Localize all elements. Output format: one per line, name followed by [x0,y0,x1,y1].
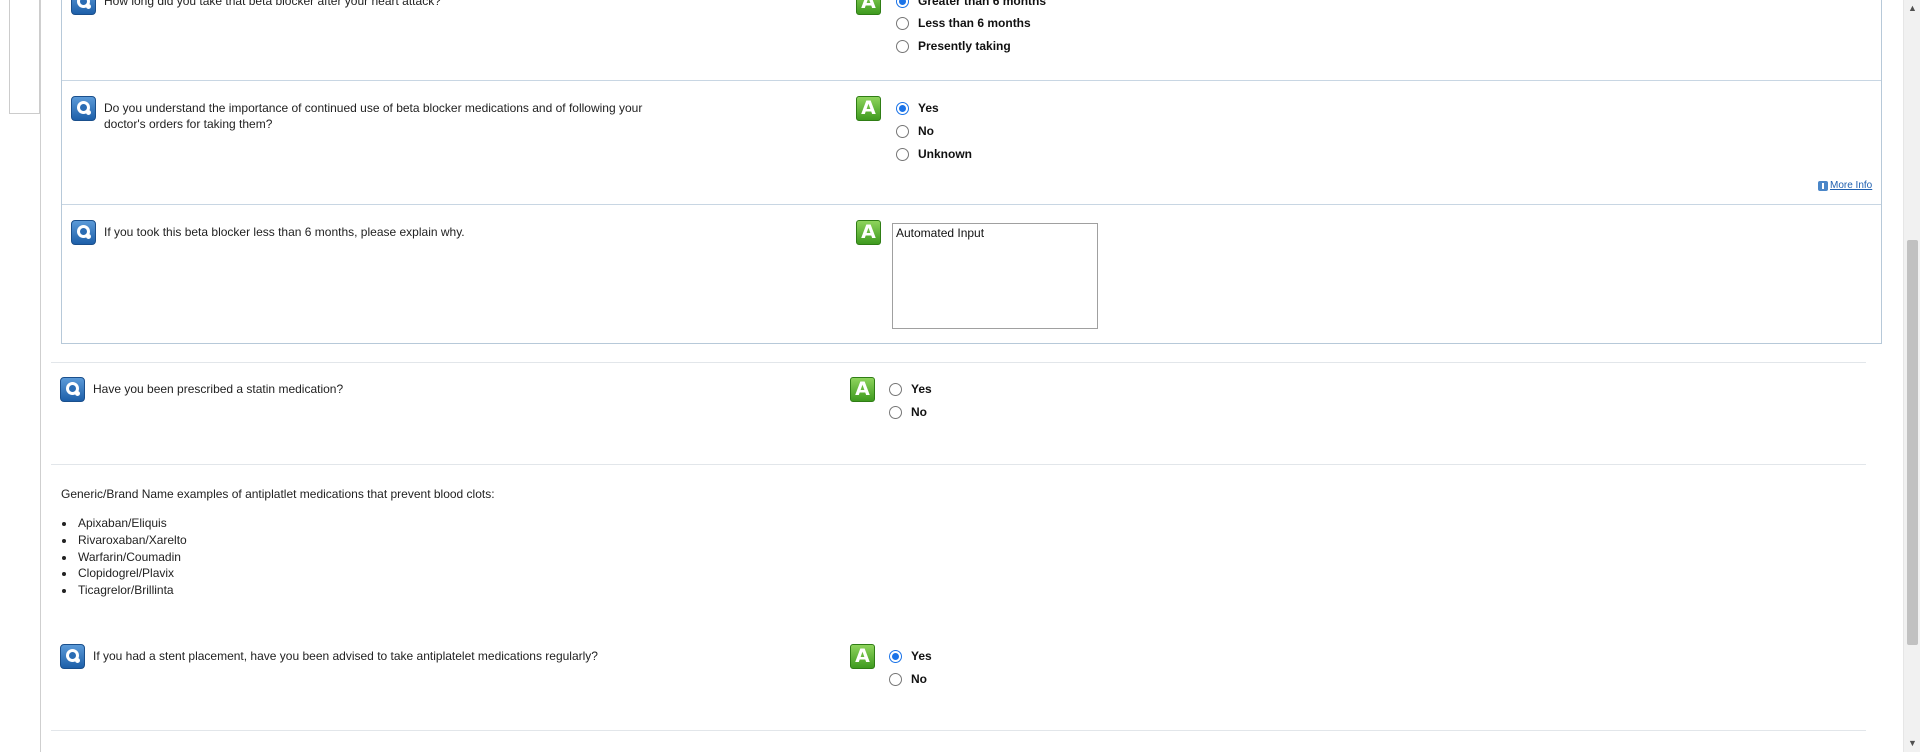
scrollbar-thumb[interactable] [1907,240,1918,645]
answer-icon: A [850,644,875,669]
answer-icon: A [850,377,875,402]
answer-icon: A [856,0,881,15]
info-icon [1818,180,1828,191]
list-item: Rivaroxaban/Xarelto [61,532,187,549]
option-unknown[interactable]: Unknown [896,145,972,163]
question-text-line: doctor's orders for taking them? [104,117,273,131]
option-no[interactable]: No [896,122,934,140]
option-label: Yes [918,101,939,115]
option-label: Greater than 6 months [918,0,1047,8]
option-presently-taking[interactable]: Presently taking [896,37,1011,55]
question-divider [62,204,1881,205]
radio-no[interactable] [889,672,902,686]
radio-yes[interactable] [896,101,909,115]
option-label: Less than 6 months [918,16,1031,30]
option-yes[interactable]: Yes [889,647,932,665]
question-text-statin: Have you been prescribed a statin medica… [93,382,344,396]
antiplatelet-intro-text: Generic/Brand Name examples of antiplatl… [61,487,495,501]
option-greater-than-6-months[interactable]: Greater than 6 months [896,0,1046,10]
question-icon [60,644,85,669]
option-less-than-6-months[interactable]: Less than 6 months [896,14,1031,32]
option-label: Yes [911,649,932,663]
list-item: Ticagrelor/Brillinta [61,582,187,599]
option-yes[interactable]: Yes [896,99,939,117]
option-label: Yes [911,382,932,396]
page-left-border [40,0,41,752]
radio-greater-than-6-months[interactable] [896,0,909,8]
question-text-beta-blocker-importance: Do you understand the importance of cont… [104,100,642,132]
question-divider [62,80,1881,81]
more-info-label: More Info [1830,180,1873,191]
question-text-line: Do you understand the importance of cont… [104,101,643,115]
list-item: Apixaban/Eliquis [61,515,187,532]
explanation-textarea[interactable]: Automated Input [892,223,1098,329]
answer-icon: A [856,96,881,121]
section-separator [51,730,1866,731]
scroll-up-arrow-icon[interactable]: ▲ [1904,0,1920,17]
vertical-scrollbar[interactable]: ▲ ▼ [1903,0,1920,752]
list-item: Clopidogrel/Plavix [61,565,187,582]
option-label: No [911,672,927,686]
scroll-down-arrow-icon[interactable]: ▼ [1904,735,1920,752]
question-text-beta-blocker-duration: How long did you take that beta blocker … [104,0,441,8]
question-icon [71,0,96,15]
section-separator [51,362,1866,363]
question-icon [60,377,85,402]
option-label: Presently taking [918,39,1011,53]
option-label: No [911,405,927,419]
option-no[interactable]: No [889,403,927,421]
question-icon [71,220,96,245]
question-text-explain-why: If you took this beta blocker less than … [104,225,465,239]
radio-no[interactable] [896,124,909,138]
radio-less-than-6-months[interactable] [896,16,909,30]
radio-yes[interactable] [889,649,902,663]
question-icon [71,96,96,121]
option-label: No [918,124,934,138]
radio-yes[interactable] [889,382,902,396]
radio-unknown[interactable] [896,147,909,161]
section-separator [51,464,1866,465]
answer-icon: A [856,220,881,245]
radio-presently-taking[interactable] [896,39,909,53]
option-no[interactable]: No [889,670,927,688]
option-yes[interactable]: Yes [889,380,932,398]
more-info-link[interactable]: More Info [1818,180,1872,191]
left-side-panel-stub [9,0,40,114]
antiplatelet-medication-list: Apixaban/Eliquis Rivaroxaban/Xarelto War… [61,515,187,599]
list-item: Warfarin/Coumadin [61,549,187,566]
radio-no[interactable] [889,405,902,419]
option-label: Unknown [918,147,972,161]
question-text-stent-antiplatelet: If you had a stent placement, have you b… [93,649,598,663]
